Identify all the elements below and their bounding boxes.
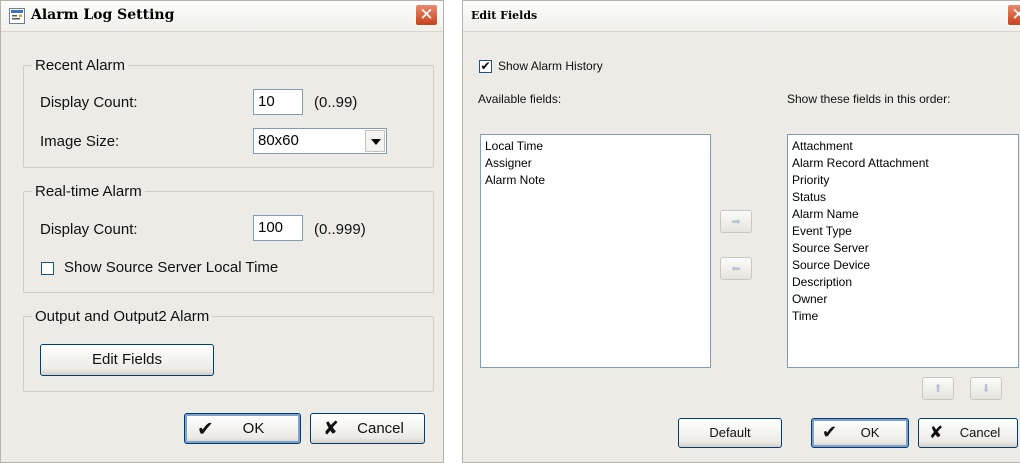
recent-alarm-legend: Recent Alarm — [35, 57, 126, 74]
list-item[interactable]: Alarm Name — [792, 206, 1014, 223]
list-item[interactable]: Time — [792, 308, 1014, 325]
list-item[interactable]: Status — [792, 189, 1014, 206]
realtime-display-count-label: Display Count: — [40, 221, 138, 238]
list-item[interactable]: Description — [792, 274, 1014, 291]
show-alarm-history-checkbox[interactable]: ✔ — [479, 60, 492, 73]
realtime-alarm-legend: Real-time Alarm — [35, 183, 142, 200]
realtime-display-count-input[interactable]: 100 — [253, 215, 303, 241]
x-icon: ✘ — [323, 417, 339, 439]
dialog-title: Alarm Log Setting — [31, 7, 175, 23]
checkmark-icon: ✔ — [197, 416, 214, 440]
output-alarm-legend: Output and Output2 Alarm — [35, 308, 210, 325]
show-local-time-label[interactable]: Show Source Server Local Time — [64, 259, 278, 276]
available-fields-label: Available fields: — [478, 92, 562, 106]
move-down-button[interactable]: ⬇ — [970, 377, 1002, 400]
default-button[interactable]: Default — [678, 418, 782, 448]
realtime-display-count-range: (0..999) — [314, 221, 366, 238]
list-item[interactable]: Attachment — [792, 138, 1014, 155]
close-button[interactable]: ✕ — [1007, 4, 1020, 26]
arrow-left-icon: ⬅ — [731, 262, 741, 275]
dialog-title: Edit Fields — [471, 9, 538, 22]
move-left-button[interactable]: ⬅ — [720, 257, 752, 280]
move-up-button[interactable]: ⬆ — [922, 377, 954, 400]
recent-display-count-input[interactable]: 10 — [253, 89, 303, 115]
recent-display-count-range: (0..99) — [314, 94, 358, 111]
list-item[interactable]: Assigner — [485, 155, 706, 172]
close-icon: ✕ — [1011, 5, 1020, 25]
show-local-time-checkbox[interactable] — [41, 262, 54, 275]
alarm-log-setting-dialog: Alarm Log Setting ✕ Recent Alarm Display… — [0, 0, 444, 463]
list-item[interactable]: Event Type — [792, 223, 1014, 240]
show-alarm-history-label[interactable]: Show Alarm History — [498, 59, 603, 73]
list-item[interactable]: Local Time — [485, 138, 706, 155]
edit-fields-button[interactable]: Edit Fields — [40, 344, 214, 376]
list-item[interactable]: Priority — [792, 172, 1014, 189]
close-icon: ✕ — [419, 5, 434, 25]
x-icon: ✘ — [929, 423, 944, 443]
arrow-up-icon: ⬆ — [933, 382, 943, 395]
ok-label: OK — [242, 420, 265, 437]
checkmark-icon: ✔ — [822, 422, 838, 443]
title-bar: Edit Fields ✕ — [463, 1, 1020, 32]
list-item[interactable]: Alarm Note — [485, 172, 706, 189]
list-item[interactable]: Owner — [792, 291, 1014, 308]
available-fields-list[interactable]: Local Time Assigner Alarm Note — [480, 134, 711, 368]
image-size-label: Image Size: — [40, 133, 120, 150]
close-button[interactable]: ✕ — [415, 4, 438, 26]
cancel-label: Cancel — [357, 420, 404, 437]
ok-button[interactable]: ✔ OK — [811, 418, 909, 448]
cancel-button[interactable]: ✘ Cancel — [918, 418, 1018, 448]
realtime-alarm-group: Real-time Alarm — [23, 183, 434, 293]
settings-window-icon — [9, 8, 25, 24]
title-bar: Alarm Log Setting ✕ — [1, 1, 443, 32]
chevron-down-icon[interactable] — [365, 130, 385, 152]
ok-label: OK — [860, 425, 880, 440]
image-size-value: 80x60 — [258, 132, 299, 149]
recent-display-count-label: Display Count: — [40, 94, 138, 111]
list-item[interactable]: Source Server — [792, 240, 1014, 257]
arrow-down-icon: ⬇ — [981, 382, 991, 395]
arrow-right-icon: ➡ — [731, 215, 741, 228]
shown-fields-label: Show these fields in this order: — [787, 92, 951, 106]
image-size-select[interactable]: 80x60 — [253, 128, 387, 154]
ok-button[interactable]: ✔ OK — [184, 413, 301, 444]
list-item[interactable]: Alarm Record Attachment — [792, 155, 1014, 172]
move-right-button[interactable]: ➡ — [720, 210, 752, 233]
cancel-button[interactable]: ✘ Cancel — [310, 413, 425, 444]
cancel-label: Cancel — [959, 425, 1001, 440]
list-item[interactable]: Source Device — [792, 257, 1014, 274]
shown-fields-list[interactable]: Attachment Alarm Record Attachment Prior… — [787, 134, 1019, 368]
edit-fields-dialog: Edit Fields ✕ ✔ Show Alarm History Avail… — [462, 0, 1020, 463]
